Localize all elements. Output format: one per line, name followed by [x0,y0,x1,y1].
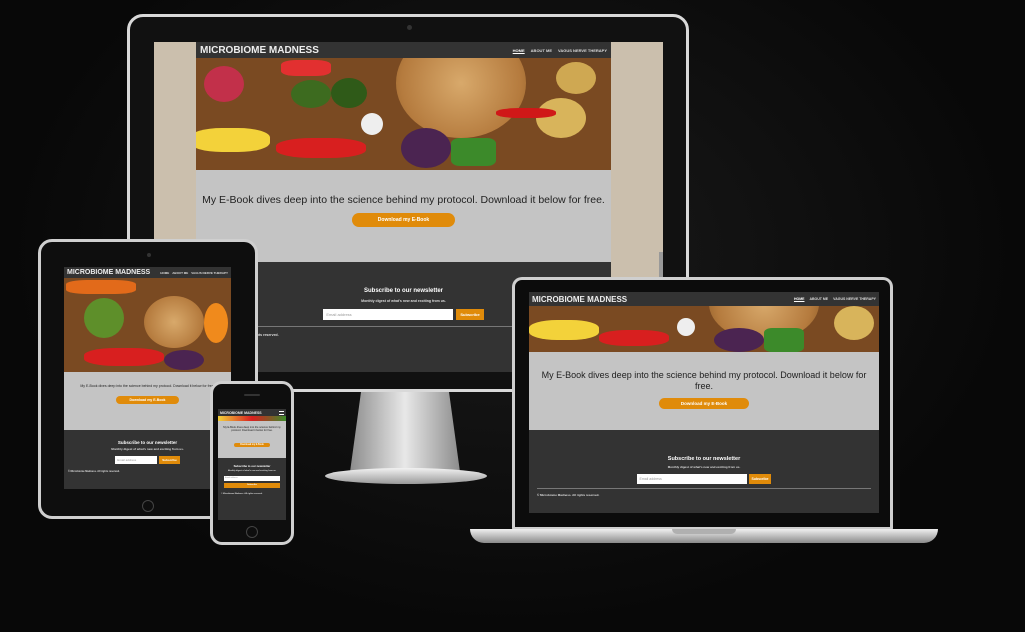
cutting-board [396,58,526,138]
tablet-nav-about[interactable]: ABOUT ME [172,271,188,275]
laptop-garlic [677,318,695,336]
phone-site: MICROBIOME MADNESS My E-Book dives deep … [218,409,286,520]
nav-link-vagus[interactable]: VAGUS NERVE THERAPY [558,48,607,53]
laptop-hero-image [529,306,879,352]
phone-ebook-text: My E-Book dives deep into the science be… [223,426,281,432]
tablet-subscribe-button[interactable]: Subscribe [159,456,180,464]
tablet-email-input[interactable]: Email address [115,456,158,464]
banana [196,128,270,152]
hamburger-icon[interactable] [279,410,284,415]
laptop: MICROBIOME MADNESS HOME ABOUT ME VAGUS N… [512,277,893,530]
tablet-newsletter-form: Email address Subscribe [64,456,231,464]
tablet-navbar: MICROBIOME MADNESS HOME ABOUT ME VAGUS N… [64,267,231,278]
laptop-site: MICROBIOME MADNESS HOME ABOUT ME VAGUS N… [529,292,879,513]
site-nav-links: HOME ABOUT ME VAGUS NERVE THERAPY [513,48,607,53]
tablet-brand[interactable]: MICROBIOME MADNESS [67,269,150,276]
phone: MICROBIOME MADNESS My E-Book dives deep … [210,381,294,545]
laptop-copyright: © Microbiome Madness. All rights reserve… [537,493,600,497]
laptop-brand[interactable]: MICROBIOME MADNESS [532,295,627,304]
red-pepper [276,138,366,158]
laptop-nav-links: HOME ABOUT ME VAGUS NERVE THERAPY [794,297,876,301]
hero-image [196,58,611,170]
phone-home-button[interactable] [246,526,258,538]
potato-2 [556,62,596,94]
monitor-base [325,468,487,484]
download-ebook-button[interactable]: Download my E-Book [351,213,456,227]
phone-subscribe-button[interactable]: Subscribe [224,483,280,488]
tablet-footer: Subscribe to our newsletter Monthly dige… [64,430,231,489]
tablet-veg-2 [84,298,124,338]
laptop-newsletter-form: Email address Subscribe [529,474,879,484]
pomegranate [204,66,244,102]
tablet-newsletter-title: Subscribe to our newsletter [117,440,178,445]
tablet-copyright: © Microbiome Madness. All rights reserve… [68,470,120,473]
tablet-nav-home[interactable]: HOME [160,271,169,275]
laptop-subscribe-button[interactable]: Subscribe [748,474,772,484]
tablet-nav-vagus[interactable]: VAGUS NERVE THERAPY [191,271,228,275]
nav-link-about[interactable]: ABOUT ME [531,48,552,53]
phone-email-input[interactable]: Email address [224,476,280,481]
email-input[interactable]: Email address [323,309,454,320]
laptop-ebook-text: My E-Book dives deep into the science be… [541,370,867,391]
phone-newsletter-title: Subscribe to our newsletter [233,464,271,468]
laptop-nav-home[interactable]: HOME [794,297,805,301]
tablet-download-button[interactable]: Download my E-Book [115,396,180,404]
laptop-banana [529,320,599,340]
green-beans [451,138,496,166]
tablet-site: MICROBIOME MADNESS HOME ABOUT ME VAGUS N… [64,267,231,489]
laptop-download-button[interactable]: Download my E-Book [658,398,750,409]
tablet-home-button[interactable] [142,500,154,512]
laptop-nav-vagus[interactable]: VAGUS NERVE THERAPY [833,297,876,301]
phone-newsletter-subtitle: Monthly digest of what's new and excitin… [227,470,277,472]
strawberry [281,60,331,76]
phone-hero-image [218,416,286,421]
monitor-camera-icon [407,25,412,30]
laptop-nav-about[interactable]: ABOUT ME [809,297,828,301]
laptop-newsletter-subtitle: Monthly digest of what's new and excitin… [667,465,741,469]
grapes [401,128,451,168]
laptop-grapes [714,328,764,352]
tablet-nav-links: HOME ABOUT ME VAGUS NERVE THERAPY [160,271,228,275]
laptop-email-input[interactable]: Email address [636,474,747,484]
monitor-stand [350,392,460,472]
phone-brand[interactable]: MICROBIOME MADNESS [220,411,262,415]
avocado [291,80,331,108]
laptop-footer-divider [537,488,871,489]
laptop-potato [834,306,874,340]
laptop-newsletter-title: Subscribe to our newsletter [667,456,741,462]
site-navbar: MICROBIOME MADNESS HOME ABOUT ME VAGUS N… [196,42,611,58]
garlic [361,113,383,135]
tablet-camera-icon [147,253,151,257]
tablet-veg-3 [204,303,228,343]
phone-copyright: © Microbiome Madness. All rights reserve… [221,493,263,495]
laptop-pepper [599,330,669,346]
chili [496,108,556,118]
mockup-stage: MICROBIOME MADNESS HOME ABOUT ME VAGUS N… [0,0,1025,632]
laptop-notch [672,529,736,534]
subscribe-button[interactable]: Subscribe [456,309,484,320]
phone-ebook-section: My E-Book dives deep into the science be… [218,421,286,458]
phone-speaker [244,394,260,396]
ebook-section: My E-Book dives deep into the science be… [196,170,611,262]
tablet-ebook-section: My E-Book dives deep into the science be… [64,372,231,430]
laptop-footer: Subscribe to our newsletter Monthly dige… [529,430,879,513]
tablet-veg-5 [164,350,204,370]
laptop-ebook-section: My E-Book dives deep into the science be… [529,352,879,430]
tablet-veg-4 [84,348,164,366]
ebook-text: My E-Book dives deep into the science be… [202,194,605,206]
laptop-beans [764,328,804,352]
phone-download-button[interactable]: Download my E-Book [234,443,270,447]
phone-footer: Subscribe to our newsletter Monthly dige… [218,458,286,520]
laptop-navbar: MICROBIOME MADNESS HOME ABOUT ME VAGUS N… [529,292,879,306]
avocado-2 [331,78,367,108]
tablet-ebook-text: My E-Book dives deep into the science be… [80,384,215,388]
tablet-hero-image [64,278,231,372]
tablet-veg-1 [66,280,136,294]
potato [536,98,586,138]
nav-link-home[interactable]: HOME [513,48,525,53]
site-brand[interactable]: MICROBIOME MADNESS [200,45,319,56]
phone-navbar: MICROBIOME MADNESS [218,409,286,416]
tablet-cutting-board [144,296,204,348]
tablet-newsletter-subtitle: Monthly digest of what's new and excitin… [111,447,184,451]
